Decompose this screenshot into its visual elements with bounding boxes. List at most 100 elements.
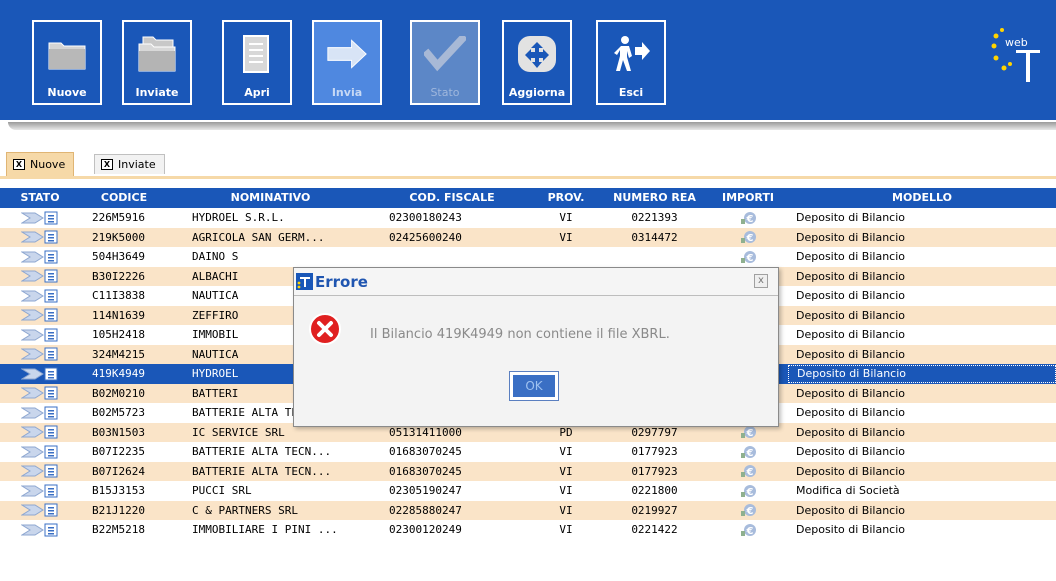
nominativo-cell: IMMOBILIARE I PINI ...: [192, 523, 338, 537]
stato-button-label: Stato: [430, 86, 460, 99]
prov-cell: VI: [559, 503, 573, 517]
euro-icon[interactable]: €: [738, 483, 758, 499]
svg-text:€: €: [746, 467, 754, 478]
codice-cell: B21J1220: [92, 503, 145, 517]
close-icon[interactable]: X: [101, 159, 113, 170]
modello-cell: Deposito di Bilancio: [796, 464, 906, 478]
aggiorna-button[interactable]: Aggiorna: [502, 20, 572, 105]
stato-button[interactable]: Stato: [410, 20, 480, 105]
table-row[interactable]: 219K5000 AGRICOLA SAN GERM... 02425600240 V…: [0, 227, 1056, 247]
invia-button[interactable]: Invia: [312, 20, 382, 105]
modello-cell: Deposito di Bilancio: [796, 269, 906, 283]
refresh-arrows-icon: [516, 34, 558, 74]
importi-cell: €: [708, 444, 788, 460]
envelope-document-icon: [21, 386, 58, 400]
euro-icon[interactable]: €: [738, 249, 758, 265]
stato-cell: [0, 347, 80, 361]
dialog-close-button[interactable]: x: [754, 274, 768, 288]
table-row[interactable]: 226M5916 HYDROEL S.R.L. 02300180243 VI 02213…: [0, 208, 1056, 228]
col-header-importi[interactable]: IMPORTI: [708, 188, 788, 208]
col-header-codice[interactable]: CODICE: [80, 188, 168, 208]
euro-icon[interactable]: €: [738, 444, 758, 460]
nominativo-cell: HYDROEL S.R.L.: [192, 211, 285, 225]
error-icon: [308, 312, 342, 346]
col-header-stato[interactable]: STATO: [0, 188, 80, 208]
modello-cell: Deposito di Bilancio: [796, 406, 906, 420]
euro-icon[interactable]: €: [738, 522, 758, 538]
numero-rea-cell: 0221800: [631, 484, 678, 498]
col-header-cod-fiscale[interactable]: COD. FISCALE: [373, 188, 531, 208]
codice-cell: 219K5000: [92, 230, 145, 244]
stato-cell: [0, 386, 80, 400]
apri-button[interactable]: Apri: [222, 20, 292, 105]
main-toolbar: Nuove Inviate Apri Invia Stato Aggiorna: [0, 0, 1056, 120]
folder-icon: [46, 34, 88, 74]
ok-button-label: OK: [513, 375, 555, 397]
col-header-prov[interactable]: PROV.: [531, 188, 601, 208]
tab-inviate[interactable]: X Inviate: [94, 154, 165, 174]
prov-cell: VI: [559, 484, 573, 498]
col-header-modello[interactable]: MODELLO: [788, 188, 1056, 208]
envelope-document-icon: [21, 464, 58, 478]
check-icon: [424, 34, 466, 74]
numero-rea-cell: 0177923: [631, 464, 678, 478]
numero-rea-cell: 0314472: [631, 230, 678, 244]
importi-cell: €: [708, 502, 788, 518]
euro-icon[interactable]: €: [738, 502, 758, 518]
envelope-document-icon: [21, 328, 58, 342]
stato-cell: [0, 464, 80, 478]
envelope-document-icon: [21, 347, 58, 361]
table-row[interactable]: B15J3153 PUCCI SRL 02305190247 VI 0221800 € Mo…: [0, 481, 1056, 501]
dialog-titlebar[interactable]: Errore x: [294, 268, 778, 296]
euro-icon[interactable]: €: [738, 463, 758, 479]
invia-button-label: Invia: [331, 86, 363, 99]
svg-text:€: €: [746, 233, 754, 244]
envelope-document-icon: [21, 289, 58, 303]
stato-cell: [0, 425, 80, 439]
euro-icon[interactable]: €: [738, 210, 758, 226]
modello-cell: Deposito di Bilancio: [796, 328, 906, 342]
close-icon[interactable]: X: [13, 159, 25, 170]
nuove-button[interactable]: Nuove: [32, 20, 102, 105]
cod-fiscale-cell: 05131411000: [389, 425, 462, 439]
importi-cell: €: [708, 249, 788, 265]
table-row[interactable]: B22M5218 IMMOBILIARE I PINI ... 0230012024…: [0, 520, 1056, 540]
numero-rea-cell: 0221393: [631, 211, 678, 225]
ok-button[interactable]: OK: [509, 371, 559, 401]
stato-cell: [0, 367, 80, 381]
nominativo-cell: BATTERIE ALTA TECN...: [192, 445, 332, 459]
numero-rea-cell: 0219927: [631, 503, 678, 517]
col-header-numero-rea[interactable]: NUMERO REA: [601, 188, 708, 208]
aggiorna-button-label: Aggiorna: [508, 86, 566, 99]
modello-cell: Deposito di Bilancio: [796, 250, 906, 264]
modello-cell: Deposito di Bilancio: [796, 289, 906, 303]
svg-text:€: €: [746, 428, 754, 439]
svg-text:€: €: [746, 506, 754, 517]
prov-cell: VI: [559, 445, 573, 459]
apri-button-label: Apri: [244, 86, 270, 99]
modello-cell: Deposito di Bilancio: [788, 364, 1056, 383]
stato-cell: [0, 406, 80, 420]
table-row[interactable]: B07I2624 BATTERIE ALTA TECN... 01683070245…: [0, 461, 1056, 481]
envelope-document-icon: [21, 484, 58, 498]
svg-text:€: €: [746, 487, 754, 498]
stato-cell: [0, 445, 80, 459]
tab-nuove[interactable]: X Nuove: [6, 152, 75, 176]
col-header-nominativo[interactable]: NOMINATIVO: [168, 188, 373, 208]
table-row[interactable]: 504H3649 DAINO S € Deposito di Bilancio: [0, 247, 1056, 267]
inviate-button[interactable]: Inviate: [122, 20, 192, 105]
document-icon: [236, 34, 278, 74]
esci-button[interactable]: Esci: [596, 20, 666, 105]
svg-text:€: €: [746, 448, 754, 459]
euro-icon[interactable]: €: [738, 229, 758, 245]
modello-cell: Deposito di Bilancio: [796, 347, 906, 361]
table-row[interactable]: B07I2235 BATTERIE ALTA TECN... 01683070245…: [0, 442, 1056, 462]
stato-cell: [0, 503, 80, 517]
numero-rea-cell: 0297797: [631, 425, 678, 439]
cod-fiscale-cell: 02425600240: [389, 230, 462, 244]
cod-fiscale-cell: 02285880247: [389, 503, 462, 517]
stato-cell: [0, 289, 80, 303]
stato-cell: [0, 230, 80, 244]
table-row[interactable]: B21J1220 C & PARTNERS SRL 02285880247 VI 021…: [0, 500, 1056, 520]
envelope-document-icon: [21, 406, 58, 420]
